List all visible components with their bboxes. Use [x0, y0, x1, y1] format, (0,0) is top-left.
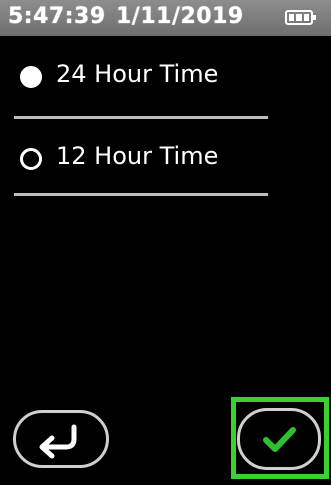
clock-date: 1/11/2019: [116, 4, 244, 29]
divider: [14, 193, 268, 196]
battery-icon: [285, 10, 316, 25]
option-24-hour-time[interactable]: 24 Hour Time: [0, 54, 331, 114]
clock-time: 5:47:39: [8, 4, 106, 29]
back-button[interactable]: [13, 410, 109, 468]
status-bar: 5:47:39 1/11/2019: [0, 0, 331, 36]
option-label: 12 Hour Time: [56, 142, 219, 170]
confirm-button[interactable]: [237, 408, 321, 470]
radio-unselected-icon[interactable]: [20, 148, 42, 170]
checkmark-icon: [263, 427, 296, 452]
option-12-hour-time[interactable]: 12 Hour Time: [0, 136, 331, 196]
divider: [14, 116, 268, 119]
return-arrow-icon: [39, 424, 77, 459]
radio-selected-icon[interactable]: [20, 66, 42, 88]
option-label: 24 Hour Time: [56, 60, 219, 88]
